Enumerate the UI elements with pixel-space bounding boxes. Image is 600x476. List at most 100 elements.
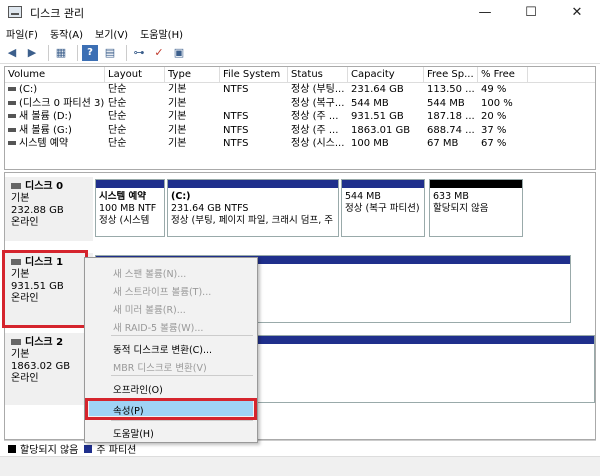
status-bar <box>0 456 600 476</box>
help-icon[interactable]: ? <box>82 44 98 61</box>
column-header[interactable]: Capacity <box>348 67 424 82</box>
disk-icon <box>11 183 21 189</box>
column-header[interactable]: File System <box>220 67 288 82</box>
column-header[interactable]: Layout <box>105 67 165 82</box>
menu-item-convert-mbr[interactable]: MBR 디스크로 변환(V) <box>113 360 207 374</box>
volume-name: (C:) <box>19 84 38 95</box>
menu-separator <box>111 335 253 336</box>
connect-icon[interactable]: ⊶ <box>131 45 147 61</box>
table-cell: NTFS <box>223 111 249 122</box>
volume-icon <box>8 127 16 132</box>
column-header[interactable]: Status <box>288 67 348 82</box>
disk-state: 온라인 <box>11 217 39 228</box>
disk-management-icon <box>8 6 22 18</box>
menu-item-new-raid5-volume[interactable]: 새 RAID-5 볼륨(W)... <box>113 320 203 334</box>
table-cell: 기본 <box>168 97 187 109</box>
volume-icon <box>8 87 16 91</box>
table-cell: 단순 <box>108 138 127 149</box>
table-cell: 187.18 ... <box>427 111 475 122</box>
check-icon[interactable]: ✓ <box>151 45 167 61</box>
table-cell: 기본 <box>168 84 187 95</box>
disk-2-label[interactable]: 디스크 2 기본 1863.02 GB 온라인 <box>5 333 93 405</box>
disk-state: 온라인 <box>11 373 39 384</box>
menu-help[interactable]: 도움말(H) <box>140 26 183 41</box>
partition-status: 정상 (복구 파티션) <box>345 203 420 214</box>
disk-type: 기본 <box>11 349 30 360</box>
partition-bar <box>342 180 424 188</box>
console-icon[interactable]: ▦ <box>53 45 69 61</box>
toolbar: ◀ ▶ ▦ ? ▤ ⊶ ✓ ▣ <box>0 42 600 64</box>
legend-swatch-primary <box>84 444 93 453</box>
partition-size: 231.64 GB NTFS <box>171 203 249 214</box>
table-cell: 67 % <box>481 138 507 149</box>
disk-name: 디스크 0 <box>25 181 64 192</box>
back-arrow-icon[interactable]: ◀ <box>4 45 20 61</box>
volume-list: Volume Layout Type File System Status Ca… <box>4 66 596 170</box>
menu-separator <box>111 375 253 376</box>
menu-item-convert-dynamic[interactable]: 동적 디스크로 변환(C)... <box>113 342 212 356</box>
partition-bar <box>96 180 164 188</box>
maximize-button[interactable]: ☐ <box>508 0 554 24</box>
menu-item-offline[interactable]: 오프라인(O) <box>113 382 163 396</box>
column-header[interactable]: Type <box>165 67 220 82</box>
disk-0-label[interactable]: 디스크 0 기본 232.88 GB 온라인 <box>5 177 93 241</box>
title-bar: 디스크 관리 — ☐ ✕ <box>0 0 600 24</box>
menu-view[interactable]: 보기(V) <box>95 26 128 41</box>
legend-label: 할당되지 않음 <box>20 445 79 456</box>
partition-c[interactable]: (C:) 231.64 GB NTFS 정상 (부팅, 페이지 파일, 크래시 … <box>167 179 339 237</box>
table-cell: 544 MB <box>427 97 465 109</box>
menu-file[interactable]: 파일(F) <box>6 26 38 41</box>
volume-table-header: Volume Layout Type File System Status Ca… <box>5 67 595 83</box>
disk-icon <box>11 339 21 345</box>
partition-size: 544 MB <box>345 191 381 202</box>
table-cell: 544 MB <box>351 97 389 109</box>
column-header[interactable]: % Free <box>478 67 528 82</box>
legend-swatch-unallocated <box>8 444 16 453</box>
partition-name: (C:) <box>171 191 191 202</box>
table-cell: 20 % <box>481 111 507 122</box>
partition-bar <box>168 180 338 188</box>
table-cell: 1863.01 GB <box>351 124 411 136</box>
disk-view-icon[interactable]: ▤ <box>102 45 118 61</box>
table-cell: 688.74 ... <box>427 124 475 136</box>
disk-name: 디스크 2 <box>25 337 64 348</box>
table-cell: 931.51 GB <box>351 111 404 122</box>
disk-type: 기본 <box>11 193 30 204</box>
column-header[interactable]: Free Sp... <box>424 67 478 82</box>
partition-recovery[interactable]: 544 MB 정상 (복구 파티션) <box>341 179 425 237</box>
forward-arrow-icon[interactable]: ▶ <box>24 45 40 61</box>
menu-separator <box>111 420 253 421</box>
table-cell: 37 % <box>481 124 507 136</box>
column-header[interactable]: Volume <box>5 67 105 82</box>
table-cell: 기본 <box>168 124 187 136</box>
partition-system-reserved[interactable]: 시스템 예약 100 MB NTF 정상 (시스템 <box>95 179 165 237</box>
menu-item-help[interactable]: 도움말(H) <box>113 426 154 440</box>
table-cell: 단순 <box>108 84 127 95</box>
volume-name: (디스크 0 파티션 3) <box>19 97 105 109</box>
table-cell: 정상 (복구... <box>291 97 345 109</box>
minimize-button[interactable]: — <box>462 0 508 24</box>
close-button[interactable]: ✕ <box>554 0 600 24</box>
table-row[interactable]: 새 볼륨 (G:) 단순 기본 NTFS 정상 (주 ... 1863.01 G… <box>5 124 595 138</box>
partition-status: 정상 (시스템 <box>99 215 150 226</box>
legend-label: 주 파티션 <box>96 445 137 456</box>
menu-item-new-spanned-volume[interactable]: 새 스팬 볼륨(N)... <box>113 266 186 280</box>
menu-action[interactable]: 동작(A) <box>50 26 83 41</box>
table-row[interactable]: (C:) 단순 기본 NTFS 정상 (부팅... 231.64 GB 113.… <box>5 83 595 97</box>
table-cell: 정상 (시스... <box>291 138 345 149</box>
table-cell: 113.50 ... <box>427 84 475 95</box>
menu-item-new-mirrored-volume[interactable]: 새 미러 볼륨(R)... <box>113 302 186 316</box>
table-row[interactable]: 새 볼륨 (D:) 단순 기본 NTFS 정상 (주 ... 931.51 GB… <box>5 110 595 124</box>
table-cell: 정상 (부팅... <box>291 84 345 95</box>
table-row[interactable]: (디스크 0 파티션 3) 단순 기본 정상 (복구... 544 MB 544… <box>5 97 595 111</box>
properties-icon[interactable]: ▣ <box>171 45 187 61</box>
partition-size: 633 MB <box>433 191 469 202</box>
disk-size: 1863.02 GB <box>11 361 71 372</box>
partition-unallocated[interactable]: 633 MB 할당되지 않음 <box>429 179 523 237</box>
menu-bar: 파일(F) 동작(A) 보기(V) 도움말(H) <box>0 24 600 42</box>
menu-item-new-striped-volume[interactable]: 새 스트라이프 볼륨(T)... <box>113 284 211 298</box>
disk-size: 232.88 GB <box>11 205 64 216</box>
table-row[interactable]: 시스템 예약 단순 기본 NTFS 정상 (시스... 100 MB 67 MB… <box>5 137 595 151</box>
table-cell: 49 % <box>481 84 507 95</box>
partition-status: 정상 (부팅, 페이지 파일, 크래시 덤프, 주 <box>171 215 333 226</box>
